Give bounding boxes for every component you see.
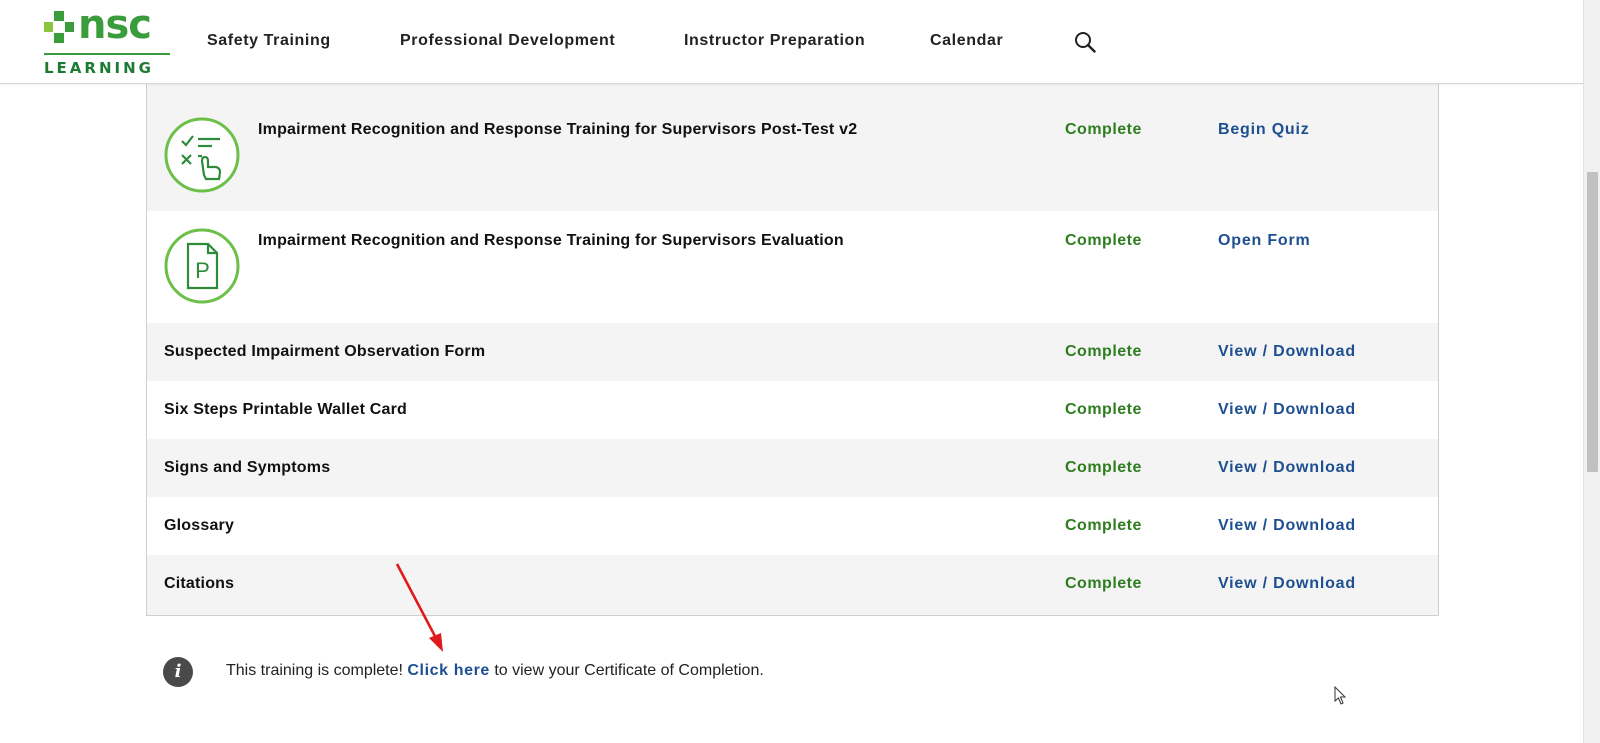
view-download-link[interactable]: View / Download [1218, 517, 1356, 535]
notice-suffix: to view your Certificate of Completion. [489, 662, 764, 679]
table-row: Glossary Complete View / Download [147, 497, 1438, 555]
open-form-link[interactable]: Open Form [1218, 232, 1311, 250]
svg-text:P: P [195, 258, 210, 283]
scrollbar-thumb[interactable] [1587, 172, 1598, 472]
view-download-link[interactable]: View / Download [1218, 343, 1356, 361]
logo-text: nsc [78, 2, 152, 48]
item-title: Glossary [164, 517, 235, 534]
logo-plus-icon [44, 11, 74, 43]
mouse-cursor-icon [1334, 686, 1347, 705]
logo-tagline: LEARNING [44, 59, 154, 77]
table-row-partial [147, 83, 1438, 100]
training-items-table: Impairment Recognition and Response Trai… [146, 83, 1439, 616]
nav-professional-development[interactable]: Professional Development [400, 32, 615, 50]
search-icon[interactable] [1074, 31, 1096, 53]
begin-quiz-link[interactable]: Begin Quiz [1218, 121, 1310, 139]
logo-divider [44, 53, 170, 55]
page-scrollbar[interactable] [1583, 0, 1600, 743]
item-title: Citations [164, 575, 235, 592]
table-row: Six Steps Printable Wallet Card Complete… [147, 381, 1438, 439]
status-badge: Complete [1065, 343, 1142, 360]
site-header: nsc LEARNING Safety Training Professiona… [0, 0, 1583, 84]
view-download-link[interactable]: View / Download [1218, 575, 1356, 593]
info-icon: i [163, 657, 193, 687]
table-row: Suspected Impairment Observation Form Co… [147, 323, 1438, 381]
nsc-learning-logo[interactable]: nsc LEARNING [44, 2, 172, 77]
status-badge: Complete [1065, 517, 1142, 534]
table-row: Citations Complete View / Download [147, 555, 1438, 615]
form-document-icon: P [164, 228, 240, 304]
status-badge: Complete [1065, 121, 1142, 138]
view-download-link[interactable]: View / Download [1218, 401, 1356, 419]
notice-prefix: This training is complete! [226, 662, 408, 679]
nav-instructor-preparation[interactable]: Instructor Preparation [684, 32, 865, 50]
certificate-link[interactable]: Click here [407, 662, 489, 679]
status-badge: Complete [1065, 459, 1142, 476]
item-title: Impairment Recognition and Response Trai… [258, 232, 844, 249]
view-download-link[interactable]: View / Download [1218, 459, 1356, 477]
item-title: Signs and Symptoms [164, 459, 331, 476]
completion-notice: This training is complete! Click here to… [226, 662, 764, 680]
status-badge: Complete [1065, 575, 1142, 592]
table-row: Signs and Symptoms Complete View / Downl… [147, 439, 1438, 497]
table-row: P Impairment Recognition and Response Tr… [147, 211, 1438, 323]
item-title: Six Steps Printable Wallet Card [164, 401, 408, 418]
nav-calendar[interactable]: Calendar [930, 32, 1003, 50]
item-title: Suspected Impairment Observation Form [164, 343, 486, 360]
status-badge: Complete [1065, 232, 1142, 249]
nav-safety-training[interactable]: Safety Training [207, 32, 331, 50]
item-title: Impairment Recognition and Response Trai… [258, 121, 858, 138]
quiz-icon [164, 117, 240, 193]
table-row: Impairment Recognition and Response Trai… [147, 100, 1438, 211]
annotation-arrow-icon [395, 563, 443, 652]
status-badge: Complete [1065, 401, 1142, 418]
